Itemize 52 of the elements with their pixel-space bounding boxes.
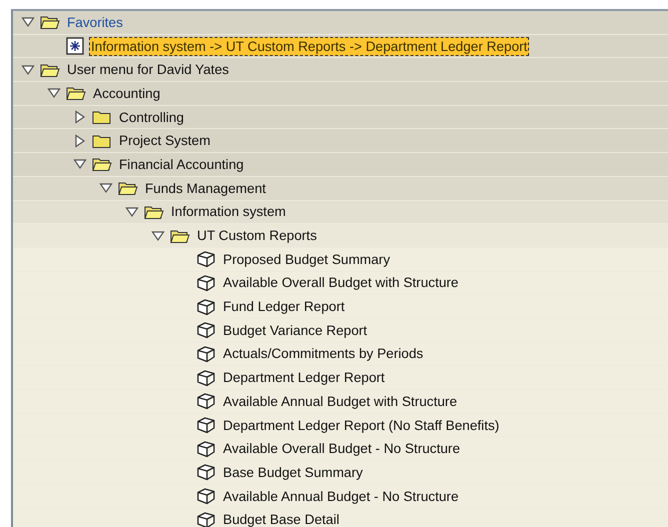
- open-folder-icon: [144, 204, 164, 220]
- folder-label[interactable]: Favorites: [65, 12, 125, 32]
- report-link[interactable]: Available Overall Budget - No Structure: [221, 439, 462, 458]
- report-link[interactable]: Department Ledger Report: [221, 368, 387, 388]
- folder-icon: [92, 109, 112, 126]
- cube-icon: [196, 368, 216, 387]
- expand-triangle-icon[interactable]: [73, 110, 87, 124]
- collapse-triangle-icon[interactable]: [21, 62, 35, 77]
- cube-icon: [196, 416, 216, 434]
- cube-icon: [196, 298, 216, 316]
- cube-icon: [196, 440, 216, 458]
- favorite-link[interactable]: Information system -> UT Custom Reports -> Department Ledger Report: [89, 36, 530, 56]
- report-link[interactable]: Available Annual Budget with Structure: [221, 392, 460, 411]
- folder-label[interactable]: Accounting: [91, 84, 162, 103]
- cube-icon: [196, 250, 216, 268]
- folder-label[interactable]: Funds Management: [143, 178, 268, 198]
- cube-icon: [196, 510, 216, 527]
- cube-icon: [196, 321, 216, 340]
- cube-icon: [196, 487, 216, 506]
- report-link[interactable]: Base Budget Summary: [221, 462, 365, 482]
- expand-triangle-icon[interactable]: [73, 134, 87, 148]
- open-folder-icon: [118, 180, 138, 196]
- folder-label[interactable]: Information system: [169, 202, 288, 222]
- report-link[interactable]: Actuals/Commitments by Periods: [221, 344, 426, 364]
- collapse-triangle-icon[interactable]: [21, 15, 35, 30]
- folder-label[interactable]: Financial Accounting: [117, 154, 246, 174]
- folder-icon: [92, 132, 112, 149]
- collapse-triangle-icon[interactable]: [99, 181, 113, 196]
- collapse-triangle-icon[interactable]: [151, 228, 165, 243]
- open-folder-icon: [92, 156, 112, 172]
- cube-icon: [196, 274, 216, 292]
- collapse-triangle-icon[interactable]: [73, 157, 87, 172]
- cube-icon: [196, 392, 216, 410]
- report-link[interactable]: Proposed Budget Summary: [221, 250, 392, 269]
- open-folder-icon: [40, 62, 60, 78]
- report-link[interactable]: Department Ledger Report (No Staff Benefits): [221, 416, 502, 435]
- open-folder-icon: [40, 14, 60, 30]
- report-link[interactable]: Fund Ledger Report: [221, 297, 347, 316]
- report-link[interactable]: Available Annual Budget - No Structure: [221, 486, 461, 506]
- report-link[interactable]: Available Overall Budget with Structure: [221, 273, 460, 292]
- folder-label[interactable]: UT Custom Reports: [195, 226, 319, 246]
- collapse-triangle-icon[interactable]: [125, 204, 139, 219]
- asterisk-icon: [66, 37, 84, 56]
- cube-icon: [196, 463, 216, 482]
- collapse-triangle-icon[interactable]: [47, 86, 61, 100]
- folder-label[interactable]: Project System: [117, 131, 212, 150]
- cube-icon: [196, 344, 216, 363]
- open-folder-icon: [170, 228, 190, 244]
- open-folder-icon: [66, 85, 86, 102]
- folder-label[interactable]: Controlling: [117, 108, 186, 127]
- report-link[interactable]: Budget Base Detail: [221, 510, 342, 527]
- report-link[interactable]: Budget Variance Report: [221, 320, 370, 340]
